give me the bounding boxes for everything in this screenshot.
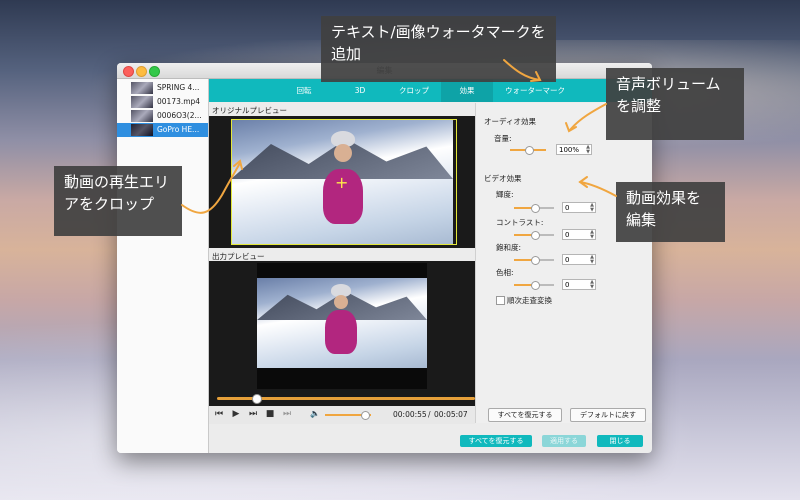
rider-face — [334, 295, 348, 309]
file-name: 0006O3(2... — [157, 111, 202, 120]
video-thumbnail — [131, 124, 153, 136]
callout-effects: 動画効果を編集 — [616, 182, 725, 242]
file-item[interactable]: 00173.mp4 — [117, 95, 208, 109]
step-forward-icon[interactable]: ⏭ — [281, 409, 293, 419]
apply-button[interactable]: 適用する — [542, 435, 586, 447]
contrast-value: 0 — [565, 231, 570, 239]
deinterlace-label: 順次走査変換 — [507, 296, 552, 305]
volume-value: 100% — [559, 146, 580, 154]
video-thumbnail — [131, 82, 153, 94]
deinterlace-checkbox[interactable] — [496, 296, 505, 305]
callout-volume: 音声ボリュームを調整 — [606, 68, 744, 140]
original-preview-label: オリジナルプレビュー — [212, 106, 287, 115]
stepper-arrows-icon[interactable]: ▲ ▼ — [590, 203, 594, 213]
timeline-knob[interactable] — [251, 394, 262, 404]
playback-timeline[interactable] — [217, 394, 475, 404]
callout-watermark: テキスト/画像ウォータマークを追加 — [321, 16, 556, 82]
callout-crop: 動画の再生エリアをクロップ — [54, 166, 182, 236]
stepper-arrows-icon[interactable]: ▲ ▼ — [590, 280, 594, 290]
tab-rotate[interactable]: 回転 — [289, 79, 319, 102]
saturation-label: 飽和度: — [496, 243, 522, 252]
tab-effects[interactable]: 効果 — [441, 79, 493, 102]
file-item[interactable]: SPRING 4... — [117, 81, 208, 95]
video-thumbnail — [131, 110, 153, 122]
restore-default-button[interactable]: デフォルトに戻す — [570, 408, 646, 422]
brightness-value: 0 — [565, 204, 570, 212]
speaker-icon[interactable]: 🔈 — [309, 409, 321, 418]
brightness-label: 輝度: — [496, 190, 514, 199]
slider-knob[interactable] — [525, 146, 534, 155]
output-letterbox — [257, 263, 427, 389]
audio-effects-heading: オーディオ効果 — [484, 117, 536, 126]
time-current: 00:00:55 — [393, 410, 427, 419]
file-item-selected[interactable]: GoPro HE... — [117, 123, 208, 137]
video-thumbnail — [131, 96, 153, 108]
saturation-slider[interactable] — [514, 256, 554, 265]
tab-bar: 回転 3D クロップ 効果 ウォーターマーク — [209, 79, 652, 102]
file-name: GoPro HE... — [157, 125, 200, 134]
slider-knob[interactable] — [531, 231, 540, 240]
file-list: SPRING 4... 00173.mp4 0006O3(2... GoPro … — [117, 79, 209, 453]
snowboarder-figure — [325, 310, 357, 354]
brightness-stepper[interactable]: 0 ▲ ▼ — [562, 202, 596, 213]
fast-forward-icon[interactable]: ⏭ — [247, 409, 259, 419]
stepper-arrows-icon[interactable]: ▲ ▼ — [590, 255, 594, 265]
output-preview — [209, 261, 475, 407]
hue-slider[interactable] — [514, 281, 554, 290]
volume-knob[interactable] — [361, 411, 371, 420]
step-back-icon[interactable]: ⏮ — [213, 409, 225, 419]
hue-stepper[interactable]: 0 ▲ ▼ — [562, 279, 596, 290]
contrast-slider[interactable] — [514, 231, 554, 240]
editor-window: 編集 SPRING 4... 00173.mp4 0006O3(2... GoP… — [117, 63, 652, 453]
tab-crop[interactable]: クロップ — [389, 79, 439, 102]
file-item[interactable]: 0006O3(2... — [117, 109, 208, 123]
stepper-arrows-icon[interactable]: ▲ ▼ — [590, 230, 594, 240]
original-preview: + — [209, 116, 475, 248]
hue-value: 0 — [565, 281, 570, 289]
contrast-stepper[interactable]: 0 ▲ ▼ — [562, 229, 596, 240]
slider-knob[interactable] — [531, 204, 540, 213]
file-name: 00173.mp4 — [157, 97, 201, 106]
time-separator: / — [428, 410, 431, 419]
saturation-stepper[interactable]: 0 ▲ ▼ — [562, 254, 596, 265]
playback-controls: ⏮ ▶ ⏭ ■ ⏭ 🔈 00:00:55 / 00:05:07 — [209, 406, 475, 424]
volume-stepper[interactable]: 100% ▲ ▼ — [556, 144, 592, 155]
contrast-label: コントラスト: — [496, 218, 544, 227]
tab-watermark[interactable]: ウォーターマーク — [497, 79, 573, 102]
crosshair-icon[interactable]: + — [335, 175, 348, 191]
close-button[interactable]: 閉じる — [597, 435, 643, 447]
brightness-slider[interactable] — [514, 204, 554, 213]
effects-panel: オーディオ効果 音量: 100% ▲ ▼ ビデオ効果 輝度: 0 ▲ ▼ コントラス… — [475, 103, 652, 423]
time-total: 00:05:07 — [434, 410, 468, 419]
restore-all-panel-button[interactable]: すべてを復元する — [488, 408, 562, 422]
saturation-value: 0 — [565, 256, 570, 264]
audio-volume-slider[interactable] — [510, 146, 546, 155]
stepper-arrows-icon[interactable]: ▲ ▼ — [586, 145, 590, 155]
volume-label: 音量: — [494, 134, 512, 143]
stop-icon[interactable]: ■ — [264, 409, 276, 419]
slider-knob[interactable] — [531, 281, 540, 290]
tab-3d[interactable]: 3D — [347, 79, 373, 102]
volume-slider[interactable] — [325, 411, 371, 420]
restore-all-button[interactable]: すべてを復元する — [460, 435, 532, 447]
video-effects-heading: ビデオ効果 — [484, 174, 522, 183]
output-video-frame — [257, 278, 427, 368]
slider-knob[interactable] — [531, 256, 540, 265]
file-name: SPRING 4... — [157, 83, 200, 92]
play-icon[interactable]: ▶ — [230, 409, 242, 419]
hue-label: 色相: — [496, 268, 514, 277]
